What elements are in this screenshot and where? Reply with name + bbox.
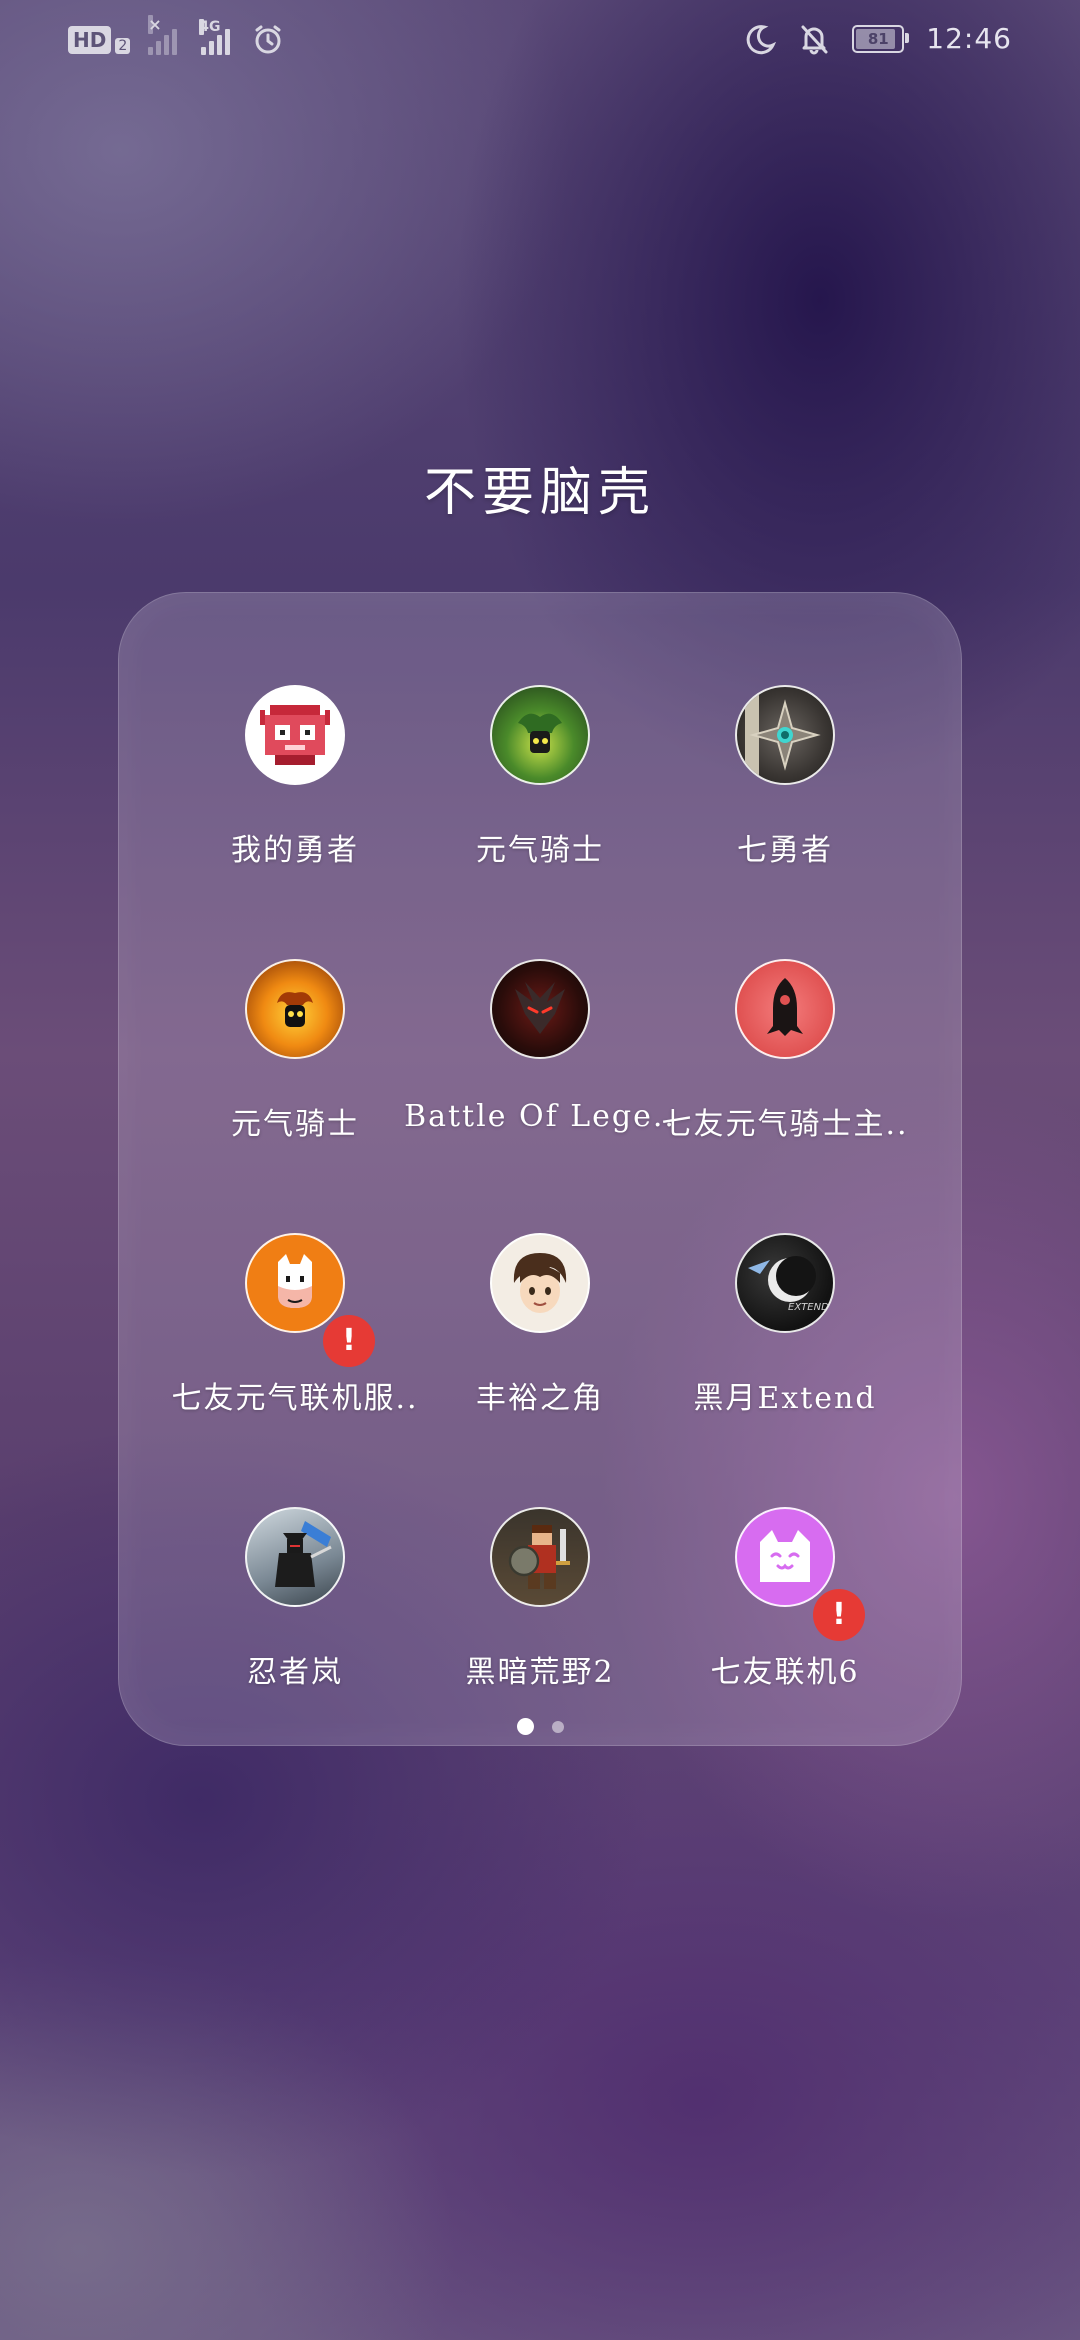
app-label: 黑月Extend xyxy=(693,1381,877,1416)
clock-time: 12:46 xyxy=(926,22,1012,55)
dark-warrior-icon xyxy=(490,959,590,1059)
hd-voice-icon: HD xyxy=(68,26,112,54)
pixel-knight-icon xyxy=(245,685,345,785)
notifications-off-bell-icon xyxy=(801,25,828,54)
black-moon-icon: EXTEND xyxy=(735,1233,835,1333)
soul-knight-fire-icon xyxy=(245,959,345,1059)
cartoon-horse-icon xyxy=(245,1233,345,1333)
notification-badge: ! xyxy=(323,1315,375,1367)
app-label: 七友联机6 xyxy=(710,1655,860,1690)
sim1-signal-icon: × xyxy=(148,15,178,55)
soul-knight-green-icon xyxy=(490,685,590,785)
page-indicator[interactable] xyxy=(0,1718,1080,1735)
ninja-icon xyxy=(245,1507,345,1607)
app-label: 七友元气骑士主.. xyxy=(661,1107,909,1142)
compass-star-icon xyxy=(735,685,835,785)
anime-boy-icon xyxy=(490,1233,590,1333)
sim2-signal-icon: 4G xyxy=(199,19,231,55)
page-dot-active[interactable] xyxy=(516,1718,534,1735)
alarm-icon xyxy=(255,25,281,54)
notification-badge: ! xyxy=(813,1589,865,1641)
hd-sim-number: 2 xyxy=(115,38,131,54)
no-signal-x-icon: × xyxy=(148,15,162,34)
pixel-warrior-icon xyxy=(490,1507,590,1607)
status-left-group: HD 2 × 4G xyxy=(68,15,284,56)
status-right-group: 81 12:46 xyxy=(744,22,1012,55)
folder-title[interactable]: 不要脑壳 xyxy=(0,450,1080,525)
folder-panel: 我的勇者 元气骑士 七勇者 元气骑士 Battle Of Lege.. 七友元气… xyxy=(118,592,962,1746)
status-bar: HD 2 × 4G 81 12:46 xyxy=(0,0,1080,90)
page-dot-inactive[interactable] xyxy=(551,1720,564,1733)
app-label: 七勇者 xyxy=(737,833,833,868)
svg-text:EXTEND: EXTEND xyxy=(788,1302,829,1313)
rocket-silhouette-icon xyxy=(735,959,835,1059)
battery-level-text: 81 xyxy=(867,29,889,48)
do-not-disturb-moon-icon xyxy=(746,24,777,54)
network-type-label: 4G xyxy=(199,19,221,35)
white-cat-icon xyxy=(735,1507,835,1607)
battery-icon: 81 xyxy=(852,24,910,53)
